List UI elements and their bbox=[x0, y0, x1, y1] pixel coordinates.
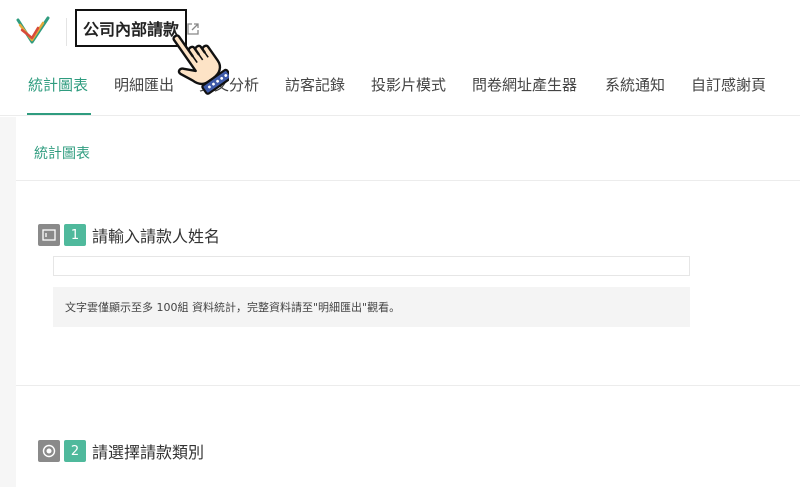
tab-url-generator[interactable]: 問卷網址產生器 bbox=[472, 74, 577, 95]
pointing-hand-icon bbox=[172, 34, 229, 95]
tab-export[interactable]: 明細匯出 bbox=[114, 74, 174, 95]
tab-slideshow[interactable]: 投影片模式 bbox=[371, 74, 446, 95]
question-number: 2 bbox=[64, 440, 86, 462]
app-logo-icon bbox=[16, 16, 50, 44]
question-1-header: 1 請輸入請款人姓名 bbox=[38, 223, 220, 247]
tab-visitor-log[interactable]: 訪客記錄 bbox=[285, 74, 345, 95]
nav-tabs: 統計圖表 明細匯出 交叉分析 訪客記錄 投影片模式 問卷網址產生器 系統通知 自… bbox=[0, 56, 800, 116]
question-text: 請輸入請款人姓名 bbox=[92, 227, 221, 246]
section-title: 統計圖表 bbox=[34, 146, 90, 162]
question-number: 1 bbox=[64, 224, 86, 246]
question-text: 請選擇請款類別 bbox=[92, 443, 205, 462]
word-cloud-notice: 文字雲僅顯示至多 100組 資料統計，完整資料請至"明細匯出"觀看。 bbox=[53, 287, 690, 327]
statistics-card: 統計圖表 1 請輸入請款人姓名 文字雲僅顯示至多 100組 資料統計，完整資料請… bbox=[16, 117, 800, 487]
top-bar: 公司內部請款 bbox=[0, 0, 800, 56]
text-answer-area bbox=[53, 256, 690, 276]
text-field-icon bbox=[38, 224, 60, 246]
section-divider bbox=[16, 385, 800, 386]
card-header: 統計圖表 bbox=[16, 117, 800, 181]
active-tab-indicator bbox=[27, 113, 91, 115]
tab-thanks-page[interactable]: 自訂感謝頁 bbox=[691, 74, 766, 95]
radio-icon bbox=[38, 440, 60, 462]
header-divider bbox=[66, 18, 67, 46]
tab-statistics[interactable]: 統計圖表 bbox=[28, 74, 88, 95]
question-2-header: 2 請選擇請款類別 bbox=[38, 439, 204, 463]
form-title-text: 公司內部請款 bbox=[83, 20, 180, 39]
tab-notifications[interactable]: 系統通知 bbox=[605, 74, 665, 95]
